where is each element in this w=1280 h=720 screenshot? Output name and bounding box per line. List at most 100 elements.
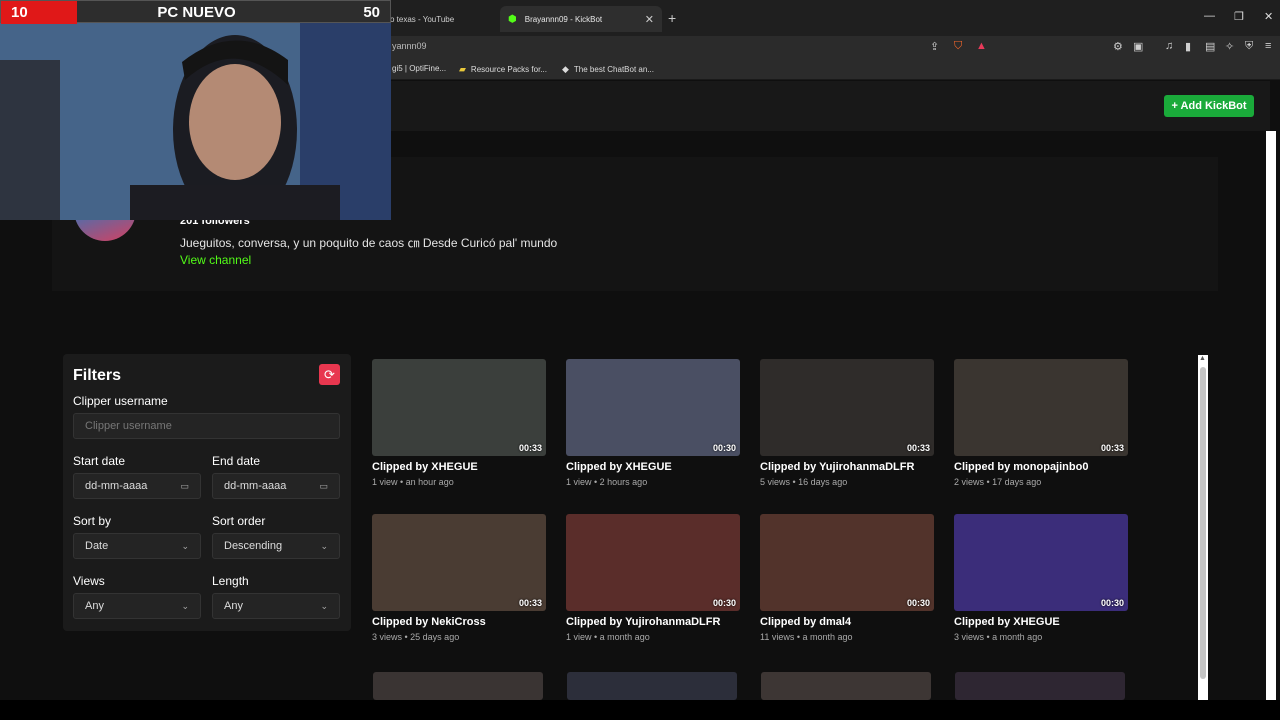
scrollbar-thumb[interactable]: [1200, 367, 1206, 679]
clip-author[interactable]: Clipped by XHEGUE: [566, 461, 672, 473]
webcam-overlay: 10 PC NUEVO 50: [0, 0, 391, 220]
restore-icon[interactable]: ❐: [1234, 10, 1244, 23]
clip-duration: 00:33: [518, 598, 542, 608]
start-date-input[interactable]: dd-mm-aaaa ▭: [73, 473, 201, 499]
clip-duration: 00:33: [518, 443, 542, 453]
bookmark-chatbot[interactable]: ◆ The best ChatBot an...: [562, 64, 654, 75]
length-select[interactable]: Any ⌄: [212, 593, 340, 619]
calendar-icon[interactable]: ▭: [319, 481, 328, 492]
calendar-icon[interactable]: ▭: [180, 481, 189, 492]
extensions-icon[interactable]: ⚙: [1113, 40, 1123, 53]
close-window-icon[interactable]: ✕: [1264, 10, 1273, 23]
clip-thumbnail[interactable]: [955, 672, 1125, 700]
brave-shield-icon[interactable]: ⛉: [954, 40, 962, 53]
bookmark-optifine[interactable]: gi5 | OptiFine...: [392, 64, 446, 73]
clip-thumbnail[interactable]: [761, 672, 931, 700]
clip-author[interactable]: Clipped by XHEGUE: [372, 461, 478, 473]
screenshot-icon[interactable]: ▣: [1133, 40, 1143, 53]
clip-meta: 1 view • a month ago: [566, 632, 650, 642]
clip-meta: 5 views • 16 days ago: [760, 477, 848, 487]
minimize-icon[interactable]: —: [1204, 10, 1215, 22]
leo-icon[interactable]: ✧: [1225, 40, 1234, 53]
taskbar: [0, 700, 1280, 720]
page-scrollbar[interactable]: [1266, 131, 1276, 700]
clip-thumbnail[interactable]: 00:30: [566, 359, 740, 456]
filters-panel: Filters ⟳ Clipper username Start date dd…: [63, 354, 351, 631]
chevron-down-icon: ⌄: [320, 540, 328, 551]
clip-author[interactable]: Clipped by YujirohanmaDLFR: [760, 461, 914, 473]
clip-author[interactable]: Clipped by dmal4: [760, 616, 851, 628]
vpn-icon[interactable]: ⛨: [1245, 40, 1253, 53]
tab-youtube[interactable]: o texas - YouTube: [390, 8, 454, 30]
clip-thumbnail[interactable]: 00:33: [954, 359, 1128, 456]
add-kickbot-button[interactable]: + Add KickBot: [1164, 95, 1254, 117]
clip-card[interactable]: 00:33 Clipped by monopajinbo0 2 views • …: [954, 359, 1130, 501]
reset-filters-button[interactable]: ⟳: [319, 364, 340, 385]
chevron-down-icon: ⌄: [320, 600, 328, 611]
sort-by-select[interactable]: Date ⌄: [73, 533, 201, 559]
webcam-title: PC NUEVO: [157, 4, 236, 21]
sort-order-label: Sort order: [212, 514, 266, 528]
rewards-icon[interactable]: ▲: [976, 40, 987, 52]
bookmark-resource-packs-label: Resource Packs for...: [470, 65, 547, 74]
share-icon[interactable]: ⇪: [930, 40, 939, 53]
clip-card[interactable]: 00:33 Clipped by YujirohanmaDLFR 5 views…: [760, 359, 936, 501]
length-value: Any: [224, 600, 243, 612]
menu-icon[interactable]: ≡: [1265, 40, 1271, 52]
clip-meta: 3 views • 25 days ago: [372, 632, 460, 642]
clip-duration: 00:30: [906, 598, 930, 608]
clip-card[interactable]: 00:30 Clipped by XHEGUE 3 views • a mont…: [954, 514, 1130, 656]
clip-card[interactable]: 00:33 Clipped by NekiCross 3 views • 25 …: [372, 514, 548, 656]
clip-duration: 00:30: [712, 443, 736, 453]
clipper-username-label: Clipper username: [73, 394, 168, 408]
end-date-value: dd-mm-aaaa: [224, 480, 287, 492]
clip-author[interactable]: Clipped by NekiCross: [372, 616, 486, 628]
tab-kickbot[interactable]: ⬢ Brayannn09 - KickBot ✕: [500, 6, 662, 32]
clip-card[interactable]: 00:30 Clipped by dmal4 11 views • a mont…: [760, 514, 936, 656]
channel-bio: Jueguitos, conversa, y un poquito de cao…: [180, 236, 558, 250]
clip-thumbnail[interactable]: [567, 672, 737, 700]
clip-card[interactable]: 00:30 Clipped by XHEGUE 1 view • 2 hours…: [566, 359, 742, 501]
chevron-down-icon: ⌄: [181, 540, 189, 551]
sidebar-icon[interactable]: ▮: [1185, 40, 1191, 53]
view-channel-link[interactable]: View channel: [180, 253, 251, 267]
clip-card[interactable]: 00:30 Clipped by YujirohanmaDLFR 1 view …: [566, 514, 742, 656]
clip-thumbnail[interactable]: 00:30: [954, 514, 1128, 611]
bookmark-chatbot-label: The best ChatBot an...: [573, 65, 654, 74]
new-tab-icon[interactable]: +: [668, 10, 676, 26]
clip-author[interactable]: Clipped by monopajinbo0: [954, 461, 1088, 473]
clip-thumbnail[interactable]: 00:30: [760, 514, 934, 611]
clip-meta: 11 views • a month ago: [760, 632, 853, 642]
clip-duration: 00:33: [1100, 443, 1124, 453]
clip-thumbnail[interactable]: 00:33: [760, 359, 934, 456]
clip-card[interactable]: 00:33 Clipped by XHEGUE 1 view • an hour…: [372, 359, 548, 501]
clip-thumbnail[interactable]: 00:33: [372, 514, 546, 611]
webcam-feed-image: [0, 0, 391, 220]
views-select[interactable]: Any ⌄: [73, 593, 201, 619]
clip-author[interactable]: Clipped by YujirohanmaDLFR: [566, 616, 720, 628]
tab-close-icon[interactable]: ✕: [645, 13, 654, 26]
clipper-username-input[interactable]: [85, 420, 328, 432]
filters-title: Filters: [73, 367, 122, 384]
bookmark-resource-packs[interactable]: ▰ Resource Packs for...: [459, 64, 547, 75]
webcam-right-number: 50: [363, 4, 380, 21]
end-date-input[interactable]: dd-mm-aaaa ▭: [212, 473, 340, 499]
scroll-up-icon[interactable]: ▲: [1199, 355, 1206, 362]
address-text[interactable]: yannn09: [392, 41, 427, 51]
wallet-icon[interactable]: ▤: [1205, 40, 1215, 53]
tab-kickbot-label: Brayannn09 - KickBot: [524, 14, 603, 24]
clipper-username-field[interactable]: [73, 413, 340, 439]
start-date-label: Start date: [73, 454, 126, 468]
views-value: Any: [85, 600, 104, 612]
clip-thumbnail[interactable]: 00:33: [372, 359, 546, 456]
start-date-value: dd-mm-aaaa: [85, 480, 148, 492]
sort-order-select[interactable]: Descending ⌄: [212, 533, 340, 559]
clips-scrollbar[interactable]: ▲: [1198, 355, 1208, 701]
clip-thumbnail[interactable]: 00:30: [566, 514, 740, 611]
sort-by-value: Date: [85, 540, 109, 552]
end-date-label: End date: [212, 454, 261, 468]
clip-thumbnail[interactable]: [373, 672, 543, 700]
music-icon[interactable]: ♫: [1165, 40, 1173, 52]
clip-author[interactable]: Clipped by XHEGUE: [954, 616, 1060, 628]
kickbot-favicon-icon: ⬢: [508, 13, 517, 25]
